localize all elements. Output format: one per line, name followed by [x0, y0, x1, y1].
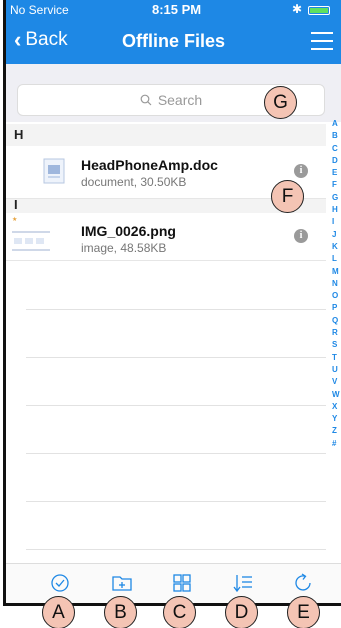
- index-letter[interactable]: Q: [332, 315, 341, 327]
- file-name: IMG_0026.png: [81, 223, 176, 239]
- refresh-icon[interactable]: [293, 572, 315, 594]
- index-letter[interactable]: I: [332, 216, 341, 228]
- index-letter[interactable]: J: [332, 229, 341, 241]
- new-folder-icon[interactable]: [111, 572, 133, 594]
- info-icon[interactable]: i: [294, 164, 308, 178]
- status-bar: No Service 8:15 PM ✱: [6, 0, 341, 20]
- divider: [26, 357, 326, 358]
- hamburger-menu-icon[interactable]: [311, 32, 333, 50]
- file-meta: document, 30.50KB: [81, 175, 187, 189]
- index-letter[interactable]: #: [332, 438, 341, 450]
- info-icon[interactable]: i: [294, 229, 308, 243]
- index-letter[interactable]: W: [332, 389, 341, 401]
- divider: [26, 309, 326, 310]
- search-placeholder: Search: [157, 92, 203, 108]
- file-name: HeadPhoneAmp.doc: [81, 157, 218, 173]
- index-letter[interactable]: X: [332, 401, 341, 413]
- file-row-img0026[interactable]: ★ IMG_0026.png image, 48.58KB i: [6, 213, 326, 261]
- index-letter[interactable]: P: [332, 302, 341, 314]
- sort-icon[interactable]: [232, 572, 254, 594]
- annotation-marker-d: D: [225, 596, 258, 628]
- alphabet-index[interactable]: A B C D E F G H I J K L M N O P Q R S T U V W X Y Z #: [332, 118, 341, 450]
- annotation-marker-e: E: [287, 596, 320, 628]
- index-letter[interactable]: O: [332, 290, 341, 302]
- section-header-h: H: [6, 124, 326, 146]
- screenshot-frame: No Service 8:15 PM ✱ ‹ Back Offline File…: [0, 0, 341, 628]
- divider: [26, 405, 326, 406]
- annotation-marker-g: G: [264, 86, 297, 119]
- carrier-label: No Service: [10, 3, 69, 17]
- index-letter[interactable]: B: [332, 130, 341, 142]
- index-letter[interactable]: C: [332, 143, 341, 155]
- index-letter[interactable]: U: [332, 364, 341, 376]
- index-letter[interactable]: Z: [332, 425, 341, 437]
- battery-icon: [308, 6, 330, 15]
- clock-time: 8:15 PM: [152, 2, 202, 17]
- annotation-marker-a: A: [42, 596, 75, 628]
- divider: [26, 549, 326, 550]
- index-letter[interactable]: H: [332, 204, 341, 216]
- index-letter[interactable]: T: [332, 352, 341, 364]
- index-letter[interactable]: L: [332, 253, 341, 265]
- index-letter[interactable]: N: [332, 278, 341, 290]
- page-title: Offline Files: [121, 31, 226, 51]
- grid-view-icon[interactable]: [171, 572, 193, 594]
- image-thumbnail: ★: [10, 214, 52, 260]
- select-check-icon[interactable]: [49, 572, 71, 594]
- index-letter[interactable]: G: [332, 192, 341, 204]
- annotation-marker-c: C: [163, 596, 196, 628]
- annotation-marker-b: B: [104, 596, 137, 628]
- divider: [26, 501, 326, 502]
- index-letter[interactable]: A: [332, 118, 341, 130]
- bluetooth-icon: ✱: [292, 2, 303, 16]
- index-letter[interactable]: V: [332, 376, 341, 388]
- svg-text:★: ★: [12, 216, 17, 223]
- annotation-marker-f: F: [271, 180, 304, 213]
- index-letter[interactable]: Y: [332, 413, 341, 425]
- file-meta: image, 48.58KB: [81, 241, 167, 255]
- magnifier-icon: [140, 94, 152, 106]
- index-letter[interactable]: K: [332, 241, 341, 253]
- index-letter[interactable]: D: [332, 155, 341, 167]
- index-letter[interactable]: R: [332, 327, 341, 339]
- divider: [26, 453, 326, 454]
- index-letter[interactable]: S: [332, 339, 341, 351]
- navigation-bar: ‹ Back Offline Files: [6, 20, 341, 64]
- document-icon: [43, 158, 65, 184]
- index-letter[interactable]: E: [332, 167, 341, 179]
- index-letter[interactable]: M: [332, 266, 341, 278]
- index-letter[interactable]: F: [332, 179, 341, 191]
